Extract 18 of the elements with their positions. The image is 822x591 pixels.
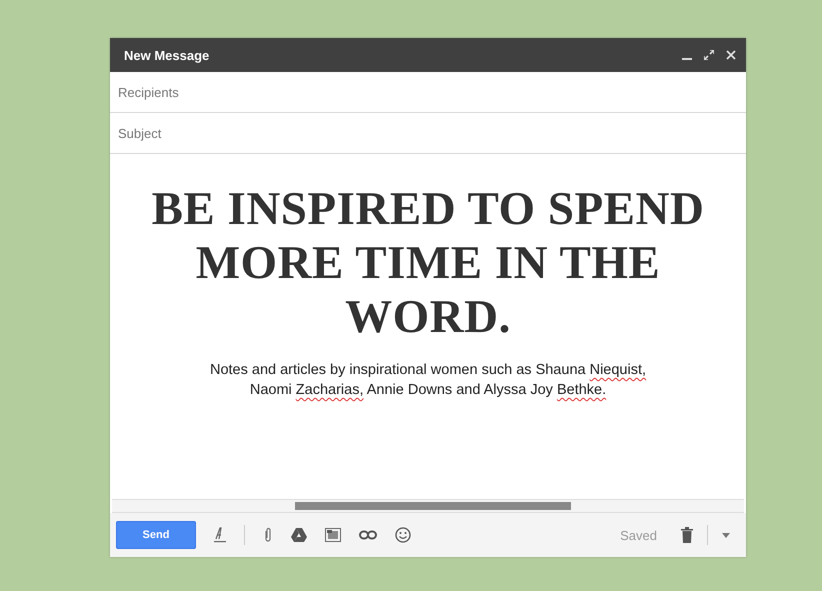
window-title: New Message (124, 48, 210, 62)
trash-icon[interactable] (681, 527, 693, 543)
text-format-icon[interactable] (214, 527, 226, 543)
smiley-icon[interactable] (395, 527, 411, 543)
input-field[interactable]: Recipients (110, 72, 746, 113)
paperclip-icon[interactable] (263, 527, 273, 543)
send-button[interactable]: Send (116, 521, 196, 549)
save-status: Saved (620, 528, 657, 542)
body-paragraph: Notes and articles by inspirational women such as Shauna Niequist, Naomi Zacharias, Annie Downs and Alyssa Joy Bethke. (208, 361, 648, 400)
link-icon[interactable] (359, 530, 377, 540)
caret-icon[interactable] (722, 532, 730, 538)
expand-icon[interactable] (704, 50, 714, 60)
horizontal-scrollbar[interactable] (112, 499, 744, 513)
headline: BE INSPIRED TO SPEND MORE TIME IN THE WORD. (152, 182, 704, 344)
input-field[interactable]: Subject (110, 113, 746, 154)
close-icon[interactable] (726, 50, 736, 60)
triangle-logo-icon[interactable] (291, 528, 307, 542)
image-icon[interactable] (325, 528, 341, 542)
